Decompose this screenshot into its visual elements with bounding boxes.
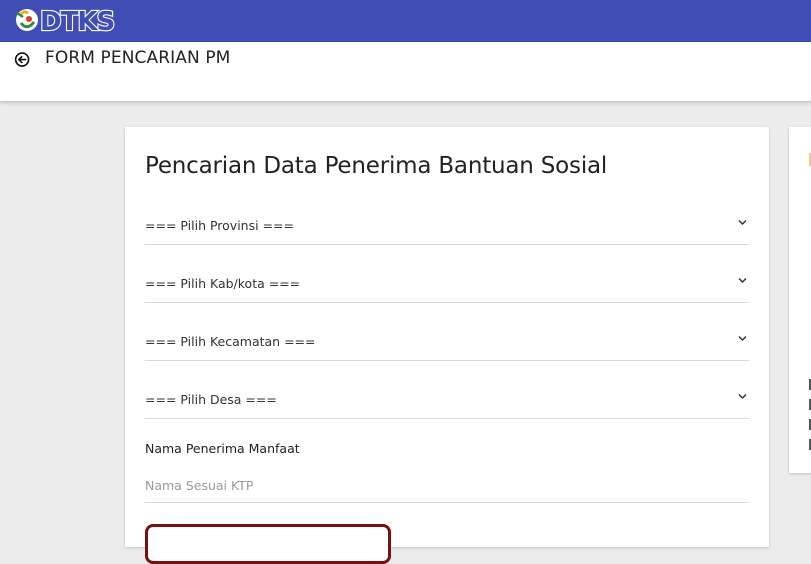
search-form-card: Pencarian Data Penerima Bantuan Sosial =… bbox=[125, 127, 769, 564]
province-select[interactable]: === Pilih Provinsi === bbox=[145, 202, 749, 245]
logo-wordmark: DTKS bbox=[40, 7, 114, 36]
search-button[interactable] bbox=[145, 524, 391, 564]
beneficiary-name-label: Nama Penerima Manfaat bbox=[145, 441, 300, 456]
top-app-bar: DTKS bbox=[0, 0, 811, 42]
chevron-down-icon bbox=[738, 277, 747, 284]
chevron-down-icon bbox=[738, 393, 747, 400]
district-select-value: === Pilih Kecamatan === bbox=[145, 334, 316, 349]
village-select-value: === Pilih Desa === bbox=[145, 392, 277, 407]
side-info-card bbox=[789, 127, 811, 473]
dtks-logo: DTKS bbox=[16, 6, 116, 36]
regency-select-value: === Pilih Kab/kota === bbox=[145, 276, 301, 291]
chevron-down-icon bbox=[738, 335, 747, 342]
chevron-down-icon bbox=[738, 219, 747, 226]
form-heading: Pencarian Data Penerima Bantuan Sosial bbox=[145, 153, 608, 179]
district-select[interactable]: === Pilih Kecamatan === bbox=[145, 318, 749, 361]
regency-select[interactable]: === Pilih Kab/kota === bbox=[145, 260, 749, 303]
beneficiary-name-input[interactable] bbox=[145, 469, 749, 503]
page-title: FORM PENCARIAN PM bbox=[45, 48, 231, 68]
village-select[interactable]: === Pilih Desa === bbox=[145, 376, 749, 419]
province-select-value: === Pilih Provinsi === bbox=[145, 218, 294, 233]
page-header: FORM PENCARIAN PM bbox=[0, 42, 811, 102]
arrow-left-circle-icon[interactable] bbox=[13, 51, 33, 69]
